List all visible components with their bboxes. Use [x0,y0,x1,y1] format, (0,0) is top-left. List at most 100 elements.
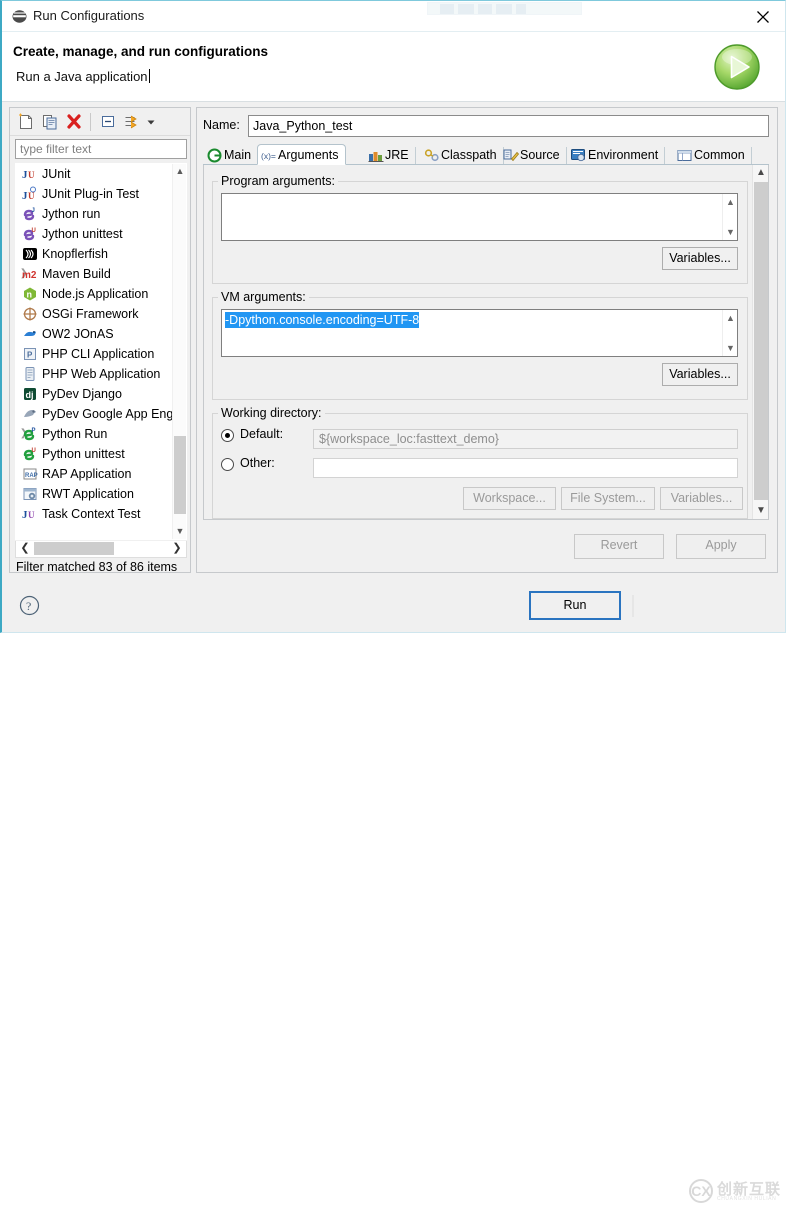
tree-item-label: JUnit Plug-in Test [42,187,139,201]
scroll-down-icon[interactable]: ▼ [173,524,187,539]
tree-item-junit[interactable]: JU JUnit [16,164,174,184]
watermark-logo: CX [689,1179,713,1203]
configurations-tree[interactable]: JU JUnit JU JUnit Plug-in Test J [15,163,187,540]
ghost-render-artifact [427,2,582,15]
tab-source[interactable]: Source [499,144,568,165]
text-caret [149,69,150,83]
svg-text:P: P [32,428,36,434]
scroll-up-icon[interactable]: ▲ [173,164,187,179]
tree-item-label: RAP Application [42,467,131,481]
scroll-left-icon[interactable]: ❮ [17,541,33,556]
question-mark-help-icon[interactable]: ? [19,595,40,616]
scroll-up-icon[interactable]: ▲ [753,165,769,181]
vm-arguments-textarea[interactable]: -Dpython.console.encoding=UTF-8 ▲ ▼ [221,309,738,357]
tree-item-rwt-application[interactable]: RWT Application [16,484,174,504]
tab-environment[interactable]: Environment [567,144,666,165]
apply-button[interactable]: Apply [676,534,766,559]
tree-item-knopflerfish[interactable]: Knopflerfish [16,244,174,264]
file-system-button[interactable]: File System... [561,487,655,510]
tab-classpath[interactable]: Classpath [420,144,505,165]
tree-item-python-unittest[interactable]: U Python unittest [16,444,174,464]
tree-item-junit-plugin-test[interactable]: JU JUnit Plug-in Test [16,184,174,204]
scrollbar-thumb[interactable] [754,182,768,500]
tab-main[interactable]: Main [203,144,259,165]
tree-vertical-scrollbar[interactable]: ▲ ▼ [172,164,186,539]
tree-item-ow2-jonas[interactable]: OW2 JOnAS [16,324,174,344]
tree-item-jython-run[interactable]: J Jython run [16,204,174,224]
tree-item-pydev-django[interactable]: dj PyDev Django [16,384,174,404]
revert-button[interactable]: Revert [574,534,664,559]
collapse-all-icon[interactable] [98,112,118,132]
red-x-delete-icon[interactable] [64,112,84,132]
tree-item-jython-unittest[interactable]: U Jython unittest [16,224,174,244]
tree-item-label: PyDev Django [42,387,122,401]
program-args-scrollbar[interactable]: ▲ ▼ [722,194,737,240]
default-radio-label: Default: [240,427,283,441]
configurations-tree-panel: JU JUnit JU JUnit Plug-in Test J [9,107,191,573]
vm-args-scrollbar[interactable]: ▲ ▼ [722,310,737,356]
green-run-play-icon [710,40,764,94]
tree-item-label: PHP CLI Application [42,347,154,361]
jython-run-icon: J [22,206,38,222]
junit-plugin-icon: JU [22,186,38,202]
environment-icon [571,148,586,163]
junit-icon: JU [22,166,38,182]
tree-item-label: JUnit [42,167,70,181]
tab-arguments[interactable]: (x)= Arguments [257,144,346,165]
tree-item-php-cli-application[interactable]: P PHP CLI Application [16,344,174,364]
window-title: Run Configurations [33,8,144,23]
tree-item-php-web-application[interactable]: PHP Web Application [16,364,174,384]
other-working-directory-input[interactable] [313,458,738,478]
arguments-xeq-icon: (x)= [261,148,276,163]
program-arguments-textarea[interactable]: ▲ ▼ [221,193,738,241]
ow2-jonas-icon [22,326,38,342]
tree-item-nodejs-application[interactable]: n Node.js Application [16,284,174,304]
tab-jre[interactable]: JRE [364,144,417,165]
arguments-scroll-area: Program arguments: ▲ ▼ Variables... VM [204,165,752,519]
tree-item-label: Python Run [42,427,107,441]
toolbar-divider [90,113,91,131]
tree-item-rap-application[interactable]: RAP RAP Application [16,464,174,484]
workspace-button[interactable]: Workspace... [463,487,556,510]
footer-divider [632,595,634,617]
svg-text:?: ? [26,599,31,613]
close-icon[interactable] [747,4,779,30]
scroll-down-icon[interactable]: ▼ [753,503,769,519]
filter-icon[interactable] [122,112,142,132]
run-button[interactable]: Run [530,592,620,619]
program-arguments-variables-button[interactable]: Variables... [662,247,738,270]
knopflerfish-icon [22,246,38,262]
tree-item-osgi-framework[interactable]: OSGi Framework [16,304,174,324]
working-directory-variables-button[interactable]: Variables... [660,487,743,510]
name-input[interactable] [248,115,769,137]
scroll-up-icon[interactable]: ▲ [723,195,738,209]
dialog-header: Create, manage, and run configurations R… [2,32,785,102]
content-vertical-scrollbar[interactable]: ▲ ▼ [752,165,768,519]
tree-item-maven-build[interactable]: ❯ m2 Maven Build [16,264,174,284]
run-configurations-dialog: Run Configurations Create, manage, and r… [0,0,786,633]
copy-icon[interactable] [40,112,60,132]
vm-arguments-variables-button[interactable]: Variables... [662,363,738,386]
other-radio-button[interactable] [221,458,234,471]
tree-item-pydev-google-app-engine[interactable]: PyDev Google App Engine [16,404,174,424]
php-cli-icon: P [22,346,38,362]
chevron-down-icon[interactable] [144,112,158,132]
classpath-icon [424,148,439,163]
scroll-up-icon[interactable]: ▲ [723,311,738,325]
scroll-down-icon[interactable]: ▼ [723,225,738,239]
tree-item-python-run[interactable]: ❯ P Python Run [16,424,174,444]
other-radio-label: Other: [240,456,275,470]
scrollbar-thumb[interactable] [34,542,114,555]
scroll-right-icon[interactable]: ❯ [169,541,185,556]
scrollbar-thumb[interactable] [174,436,186,514]
tree-horizontal-scrollbar[interactable]: ❮ ❯ [15,541,187,558]
default-radio-button[interactable] [221,429,234,442]
scroll-down-icon[interactable]: ▼ [723,341,738,355]
filter-input[interactable] [15,139,187,159]
tree-item-task-context-test[interactable]: JU Task Context Test [16,504,174,524]
tab-common[interactable]: Common [673,144,753,165]
new-document-icon[interactable] [16,112,36,132]
svg-text:J: J [32,208,35,214]
maven-icon: m2 [22,266,38,282]
nodejs-icon: n [22,286,38,302]
